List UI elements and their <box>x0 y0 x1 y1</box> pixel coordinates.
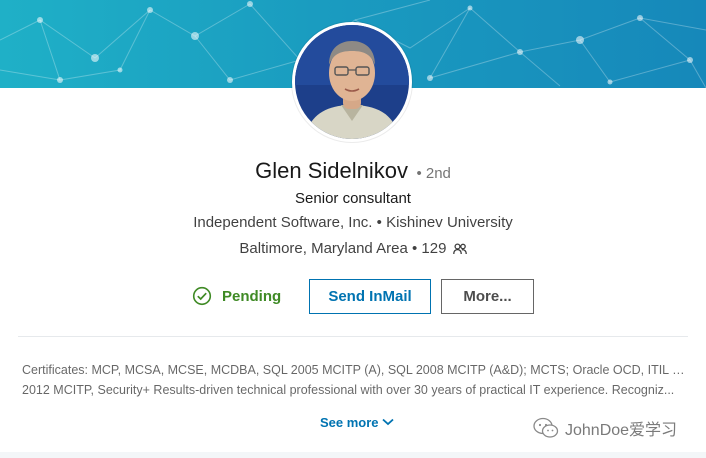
see-more-button[interactable]: See more <box>320 414 394 430</box>
more-button[interactable]: More... <box>441 279 534 314</box>
check-circle-icon <box>192 286 212 306</box>
people-icon <box>452 243 467 255</box>
watermark-text: JohnDoe爱学习 <box>565 422 678 439</box>
separator-dot: • <box>407 240 422 257</box>
watermark: JohnDoe爱学习 <box>533 417 677 439</box>
send-inmail-button[interactable]: Send InMail <box>309 279 431 314</box>
name-row: Glen Sidelnikov • 2nd <box>0 158 706 184</box>
company-link[interactable]: Independent Software, Inc. <box>193 214 372 231</box>
see-more-label: See more <box>320 414 379 430</box>
profile-location: Baltimore, Maryland Area <box>239 240 408 257</box>
summary-line: 2012 MCITP, Security+ Results-driven tec… <box>22 383 675 397</box>
chevron-down-icon <box>381 418 394 426</box>
connections-count[interactable]: 129 <box>421 240 446 257</box>
location-row: Baltimore, Maryland Area • 129 <box>0 240 706 257</box>
school-link[interactable]: Kishinev University <box>386 214 513 231</box>
profile-summary: Certificates: MCP, MCSA, MCSE, MCDBA, SQ… <box>22 360 688 400</box>
profile-name: Glen Sidelnikov <box>255 158 408 183</box>
pending-label: Pending <box>222 287 282 305</box>
pending-status: Pending <box>192 286 281 306</box>
wechat-icon <box>533 417 559 438</box>
company-school-row: Independent Software, Inc. • Kishinev Un… <box>0 214 706 231</box>
section-divider <box>18 336 688 337</box>
avatar-icon <box>295 25 409 139</box>
profile-card <box>0 88 706 458</box>
summary-line: Certificates: MCP, MCSA, MCSE, MCDBA, SQ… <box>22 363 688 377</box>
separator-dot: • <box>372 214 387 231</box>
profile-headline: Senior consultant <box>295 190 411 207</box>
connection-degree: • 2nd <box>416 165 451 182</box>
profile-photo[interactable] <box>292 22 412 142</box>
card-bottom-edge <box>0 452 706 458</box>
